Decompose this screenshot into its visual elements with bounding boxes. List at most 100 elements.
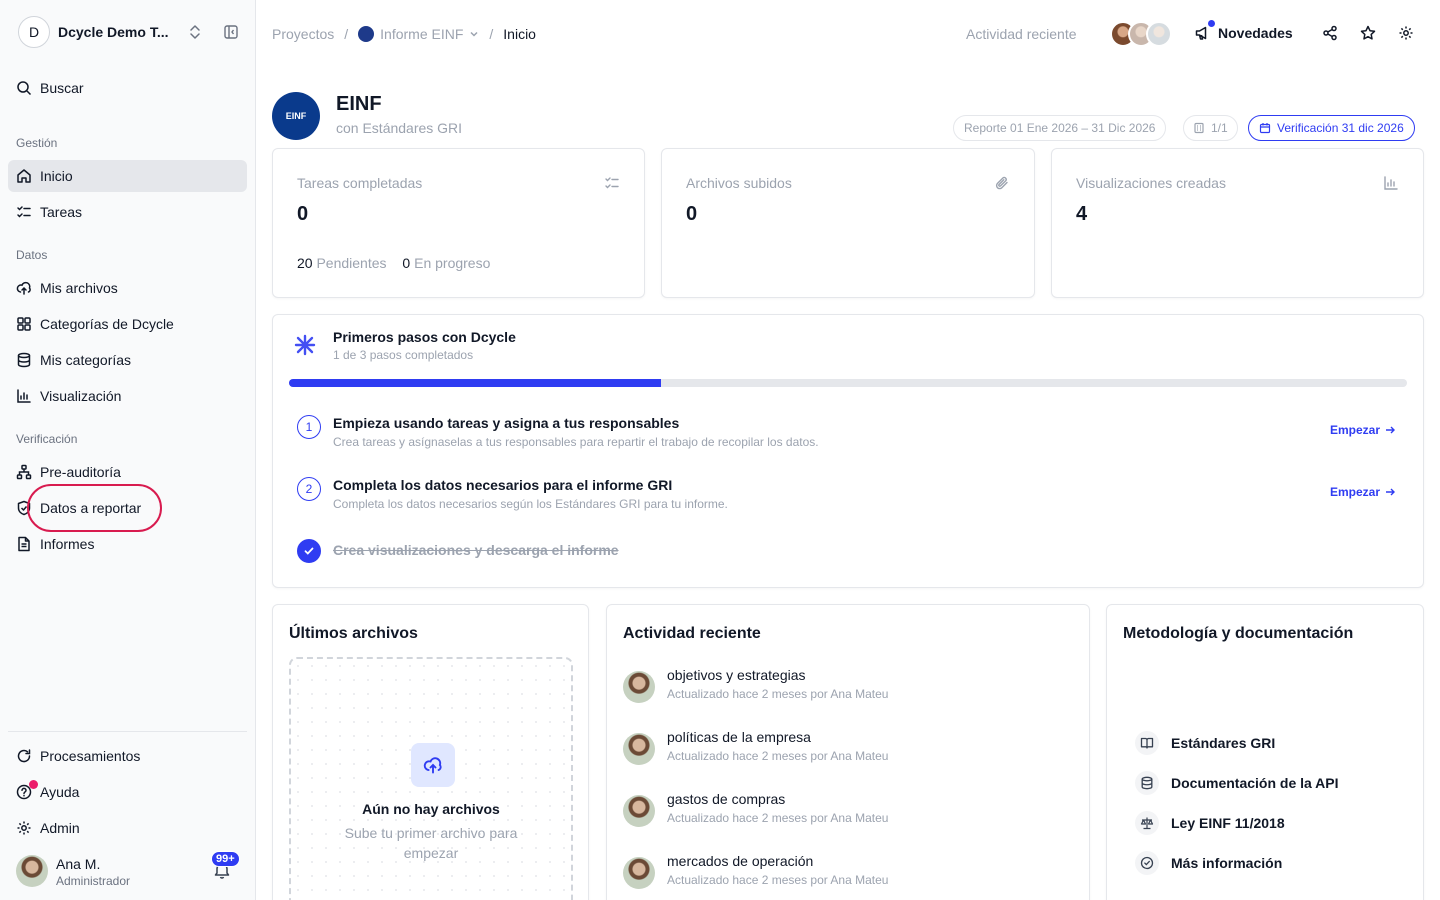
sidebar-item-mis-archivos[interactable]: Mis archivos [8, 272, 247, 304]
files-card-title: Últimos archivos [289, 625, 418, 642]
sidebar-item-visualizacion[interactable]: Visualización [8, 380, 247, 412]
activity-card: Actividad reciente objetivos y estrategi… [606, 604, 1090, 900]
user-role: Administrador [56, 874, 131, 888]
stat-breakdown: 20 Pendientes 0 En progreso [297, 255, 490, 271]
stat-label: Archivos subidos [686, 175, 792, 191]
sidebar-item-label: Admin [40, 820, 80, 836]
sidebar-item-procesamientos[interactable]: Procesamientos [8, 740, 247, 772]
sidebar-item-categorias-dcycle[interactable]: Categorías de Dcycle [8, 308, 247, 340]
share-icon[interactable] [1322, 25, 1338, 41]
sidebar-item-informes[interactable]: Informes [8, 528, 247, 560]
stat-value: 0 [686, 203, 698, 225]
files-card: Últimos archivos Aún no hay archivos Sub… [272, 604, 589, 900]
count-label: 1/1 [1211, 121, 1228, 135]
collaborator-avatars[interactable] [1110, 21, 1174, 47]
empty-title: Aún no hay archivos [362, 801, 500, 817]
count-chip[interactable]: 1/1 [1183, 115, 1238, 141]
activity-item[interactable]: mercados de operación Actualizado hace 2… [623, 853, 1073, 893]
sidebar-item-label: Pre-auditoría [40, 464, 121, 480]
doc-label: Documentación de la API [1171, 775, 1339, 791]
gear-icon [17, 821, 31, 835]
search-icon [17, 81, 32, 96]
docs-card-title: Metodología y documentación [1123, 625, 1354, 642]
sidebar-item-mis-categorias[interactable]: Mis categorías [8, 344, 247, 376]
arrow-right-icon [1386, 426, 1395, 434]
sidebar-item-tareas[interactable]: Tareas [8, 196, 247, 228]
in-progress-count: 0 [402, 255, 411, 271]
paperclip-icon [995, 176, 1008, 190]
bar-chart-icon [1384, 176, 1398, 190]
verification-chip[interactable]: Verificación 31 dic 2026 [1248, 115, 1415, 141]
sidebar-item-label: Inicio [40, 168, 73, 184]
project-logo-text: EINF [285, 111, 307, 121]
breadcrumb-informe[interactable]: Informe EINF [380, 26, 463, 42]
sidebar-item-inicio[interactable]: Inicio [8, 160, 247, 192]
doc-label: Estándares GRI [1171, 735, 1276, 751]
novedades-dot [1208, 20, 1215, 27]
page-title: EINF [336, 93, 382, 115]
activity-meta: Actualizado hace 2 meses por Ana Mateu [667, 749, 889, 763]
search-label: Buscar [40, 80, 84, 96]
activity-item[interactable]: gastos de compras Actualizado hace 2 mes… [623, 791, 1073, 831]
avatar [623, 857, 655, 889]
pending-count: 20 [297, 255, 313, 271]
doc-link-ley[interactable]: Ley EINF 11/2018 [1135, 811, 1285, 835]
activity-meta: Actualizado hace 2 meses por Ana Mateu [667, 873, 889, 887]
cloud-upload-icon [16, 281, 31, 295]
doc-link-mas[interactable]: Más información [1135, 851, 1282, 875]
activity-item[interactable]: objetivos y estrategias Actualizado hace… [623, 667, 1073, 707]
avatar [623, 733, 655, 765]
step-description: Crea tareas y asígnaselas a tus responsa… [333, 435, 819, 449]
help-notification-dot [29, 780, 38, 789]
org-chart-icon [16, 464, 32, 480]
period-chip: Reporte 01 Ene 2026 – 31 Dic 2026 [953, 115, 1167, 141]
recent-activity-link[interactable]: Actividad reciente [966, 26, 1077, 42]
activity-meta: Actualizado hace 2 meses por Ana Mateu [667, 811, 889, 825]
star-icon[interactable] [1360, 25, 1376, 41]
breadcrumb-separator: / [489, 26, 494, 42]
sidebar-item-ayuda[interactable]: Ayuda [8, 776, 247, 808]
einf-flag-icon [358, 26, 375, 42]
onboarding-subtitle: 1 de 3 pasos completados [333, 348, 474, 362]
stat-label: Visualizaciones creadas [1076, 175, 1226, 191]
workspace-switcher[interactable]: D Dcycle Demo T... [18, 16, 246, 48]
onboarding-progress-bar [289, 379, 1407, 387]
grid-icon [17, 317, 31, 331]
activity-meta: Actualizado hace 2 meses por Ana Mateu [667, 687, 889, 701]
page-subtitle: con Estándares GRI [336, 120, 463, 136]
activity-item[interactable]: políticas de la empresa Actualizado hace… [623, 729, 1073, 769]
doc-link-api[interactable]: Documentación de la API [1135, 771, 1339, 795]
activity-card-title: Actividad reciente [623, 625, 761, 642]
chevron-down-icon[interactable] [469, 29, 479, 39]
onboarding-step-1: 1 Empieza usando tareas y asigna a tus r… [297, 415, 1407, 455]
breadcrumb: Proyectos / Informe EINF / Inicio [272, 22, 536, 46]
verification-label: Verificación 31 dic 2026 [1277, 121, 1404, 135]
doc-link-gri[interactable]: Estándares GRI [1135, 731, 1275, 755]
upload-icon-box [411, 743, 455, 787]
step-number: 1 [297, 415, 321, 439]
avatar [623, 795, 655, 827]
arrow-right-icon [1386, 488, 1395, 496]
empezar-button[interactable]: Empezar [1330, 423, 1395, 437]
breadcrumb-proyectos[interactable]: Proyectos [272, 26, 334, 42]
section-gestion: Gestión [16, 136, 58, 150]
user-profile[interactable]: Ana M. Administrador 99+ [16, 851, 246, 889]
search-button[interactable]: Buscar [8, 72, 247, 104]
stat-card-tareas: Tareas completadas 0 20 Pendientes 0 En … [272, 148, 645, 298]
check-icon [304, 547, 314, 555]
workspace-name: Dcycle Demo T... [58, 24, 169, 40]
stat-label: Tareas completadas [297, 175, 423, 191]
settings-icon[interactable] [1398, 25, 1414, 41]
empezar-button[interactable]: Empezar [1330, 485, 1395, 499]
onboarding-step-2: 2 Completa los datos necesarios para el … [297, 477, 1407, 517]
step-complete [297, 539, 321, 563]
sidebar-item-admin[interactable]: Admin [8, 812, 247, 844]
dcycle-logo-icon [294, 334, 316, 356]
novedades-button[interactable]: Novedades [1194, 24, 1293, 42]
activity-title: mercados de operación [667, 853, 814, 869]
sidebar-divider [8, 731, 247, 732]
breadcrumb-separator: / [344, 26, 349, 42]
home-icon [17, 169, 31, 183]
sidebar-collapse-icon[interactable] [224, 25, 238, 39]
upload-dropzone[interactable]: Aún no hay archivos Sube tu primer archi… [289, 657, 573, 900]
